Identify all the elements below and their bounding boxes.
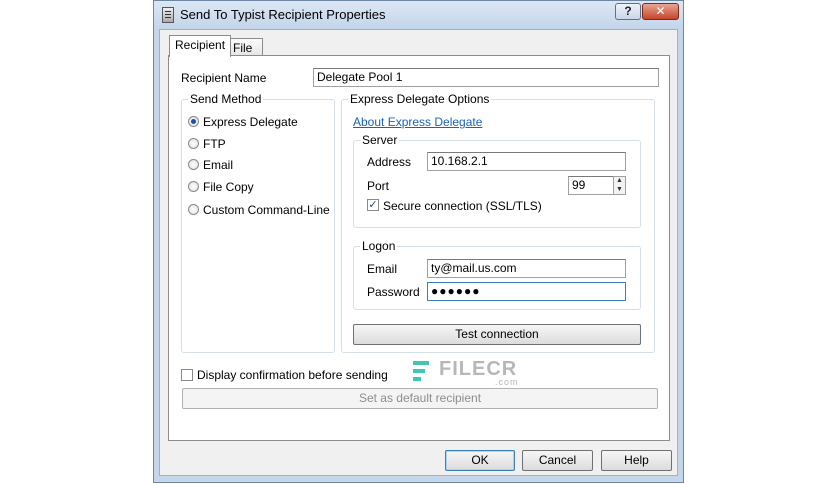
- radio-button-icon[interactable]: [188, 204, 199, 215]
- help-title-button[interactable]: ?: [615, 3, 641, 20]
- secure-connection-label: Secure connection (SSL/TLS): [383, 199, 542, 213]
- test-connection-button[interactable]: Test connection: [353, 324, 641, 345]
- password-input[interactable]: ●●●●●●: [427, 282, 626, 301]
- express-options-caption: Express Delegate Options: [348, 92, 492, 106]
- port-spinner[interactable]: ▲ ▼: [613, 176, 626, 195]
- cancel-button[interactable]: Cancel: [522, 450, 593, 471]
- password-label: Password: [367, 285, 420, 299]
- radio-button-icon[interactable]: [188, 181, 199, 192]
- port-input[interactable]: 99: [568, 176, 614, 195]
- spin-up-icon[interactable]: ▲: [614, 177, 625, 185]
- address-label: Address: [367, 155, 412, 169]
- spin-down-icon[interactable]: ▼: [614, 186, 625, 194]
- email-input[interactable]: ty@mail.us.com: [427, 259, 626, 278]
- radio-button-icon[interactable]: [188, 116, 199, 127]
- server-group: Server Address 10.168.2.1 Port 99 ▲ ▼ ✓ …: [353, 133, 641, 228]
- radio-button-icon[interactable]: [188, 138, 199, 149]
- tab-recipient[interactable]: Recipient: [169, 35, 232, 57]
- help-button[interactable]: Help: [601, 450, 672, 471]
- logon-caption: Logon: [360, 239, 398, 253]
- recipient-name-input[interactable]: Delegate Pool 1: [313, 68, 659, 87]
- close-button[interactable]: ✕: [642, 3, 679, 20]
- send-method-caption: Send Method: [188, 92, 264, 106]
- address-input[interactable]: 10.168.2.1: [427, 152, 626, 171]
- port-label: Port: [367, 179, 390, 193]
- server-caption: Server: [360, 133, 400, 147]
- watermark-sub: .com: [495, 377, 519, 387]
- about-express-delegate-link[interactable]: About Express Delegate: [353, 115, 482, 129]
- recipient-name-label: Recipient Name: [181, 71, 267, 85]
- email-label: Email: [367, 262, 398, 276]
- properties-dialog: Send To Typist Recipient Properties ? ✕ …: [153, 0, 684, 483]
- send-method-group: Send Method Express Delegate FTP Email F…: [181, 92, 335, 353]
- display-confirmation-checkbox[interactable]: [181, 369, 193, 381]
- title-bar[interactable]: Send To Typist Recipient Properties ? ✕: [154, 1, 683, 29]
- window-title: Send To Typist Recipient Properties: [180, 7, 386, 22]
- app-icon: [162, 7, 174, 23]
- set-default-recipient-button[interactable]: Set as default recipient: [182, 388, 658, 409]
- filecr-logo-icon: [413, 361, 429, 381]
- dialog-client: Recipient File Recipient Name Delegate P…: [159, 29, 678, 476]
- ok-button[interactable]: OK: [445, 450, 515, 471]
- logon-group: Logon Email ty@mail.us.com Password ●●●●…: [353, 239, 641, 310]
- express-delegate-options-group: Express Delegate Options About Express D…: [341, 92, 655, 353]
- secure-connection-checkbox[interactable]: ✓: [367, 199, 379, 211]
- radio-button-icon[interactable]: [188, 159, 199, 170]
- display-confirmation-label: Display confirmation before sending: [197, 368, 388, 382]
